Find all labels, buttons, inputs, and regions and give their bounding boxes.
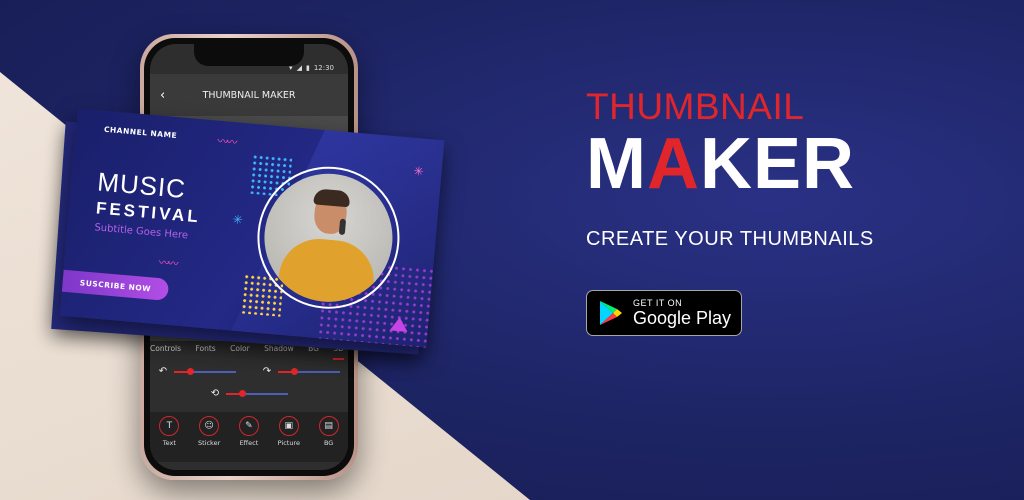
3d-controls: ↶ ↷ ⟲ [150, 362, 348, 408]
tool-label: Sticker [198, 439, 221, 447]
tool-label: Effect [239, 439, 259, 447]
tool-label: Picture [277, 439, 300, 447]
rotate-right-icon: ↷ [262, 366, 272, 377]
singer-photo [259, 168, 398, 308]
effect-icon: ✎ [238, 416, 259, 436]
tab-controls[interactable]: Controls [150, 344, 181, 360]
app-title: THUMBNAIL MAKER [202, 89, 296, 101]
tab-color[interactable]: Color [230, 344, 250, 360]
rotate-left-slider[interactable]: ↶ [158, 366, 236, 377]
channel-name: CHANNEL NAME [103, 124, 178, 141]
google-play-badge[interactable]: GET IT ON Google Play [586, 290, 742, 336]
google-play-label: Google Play [633, 308, 732, 328]
tool-label: BG [323, 439, 334, 447]
person-hair [313, 188, 351, 208]
promo-title-main: MAKER [586, 124, 855, 204]
slider-track[interactable] [226, 389, 288, 397]
subscribe-button: SUSCRIBE NOW [61, 269, 170, 301]
slider-track[interactable] [174, 367, 236, 375]
app-bar: ‹ THUMBNAIL MAKER [150, 74, 348, 116]
tool-text[interactable]: T Text [159, 416, 180, 447]
slider-track[interactable] [278, 367, 340, 375]
refresh-icon: ⟲ [210, 388, 220, 399]
back-arrow-icon[interactable]: ‹ [160, 88, 174, 103]
sparkle-icon: ✳ [232, 212, 244, 228]
title-letter-a-logo: A [646, 124, 700, 204]
title-letter-m: M [586, 124, 647, 204]
slider-knob[interactable] [238, 389, 246, 397]
slider-knob[interactable] [186, 367, 194, 375]
background-icon: ▤ [318, 416, 339, 436]
wave-decor-icon: 〰〰 [216, 134, 236, 150]
text-icon: T [159, 416, 180, 436]
get-it-on-label: GET IT ON [633, 298, 683, 308]
play-triangle-icon [389, 316, 409, 332]
flip-slider[interactable]: ⟲ [210, 388, 288, 399]
promo-title-top: THUMBNAIL [586, 86, 805, 127]
tool-bar: T Text ☺ Sticker ✎ Effect ▣ Picture ▤ BG [150, 412, 348, 462]
tab-shadow[interactable]: Shadow [264, 344, 294, 360]
tool-effect[interactable]: ✎ Effect [238, 416, 259, 447]
status-bar: ▾ ◢ ▮ 12:30 [289, 64, 334, 72]
sticker-icon: ☺ [199, 416, 220, 436]
sparkle-icon: ✳ [412, 163, 425, 179]
tool-bg[interactable]: ▤ BG [318, 416, 339, 447]
tab-fonts[interactable]: Fonts [195, 344, 215, 360]
microphone-icon [338, 218, 347, 236]
rotate-left-icon: ↶ [158, 366, 168, 377]
status-time: 12:30 [313, 64, 334, 72]
google-play-icon [600, 301, 622, 325]
promo-tagline: CREATE YOUR THUMBNAILS [586, 228, 874, 250]
person-shirt [276, 235, 378, 308]
wave-decor-icon: 〰〰 [158, 256, 178, 271]
phone-notch [194, 44, 304, 66]
battery-icon: ▮ [305, 64, 310, 72]
rotate-right-slider[interactable]: ↷ [262, 366, 340, 377]
thumbnail-preview: 〰〰 〰〰 ✳ ✳ CHANNEL NAME MUSIC FESTIVAL Su… [59, 108, 445, 348]
google-play-text: GET IT ON Google Play [633, 298, 731, 328]
tool-picture[interactable]: ▣ Picture [278, 416, 300, 447]
signal-icon: ◢ [296, 64, 302, 72]
tool-label: Text [162, 439, 176, 447]
slider-knob[interactable] [290, 367, 298, 375]
tool-sticker[interactable]: ☺ Sticker [198, 416, 220, 447]
title-letters-ker: KER [699, 124, 855, 204]
picture-icon: ▣ [278, 416, 299, 436]
